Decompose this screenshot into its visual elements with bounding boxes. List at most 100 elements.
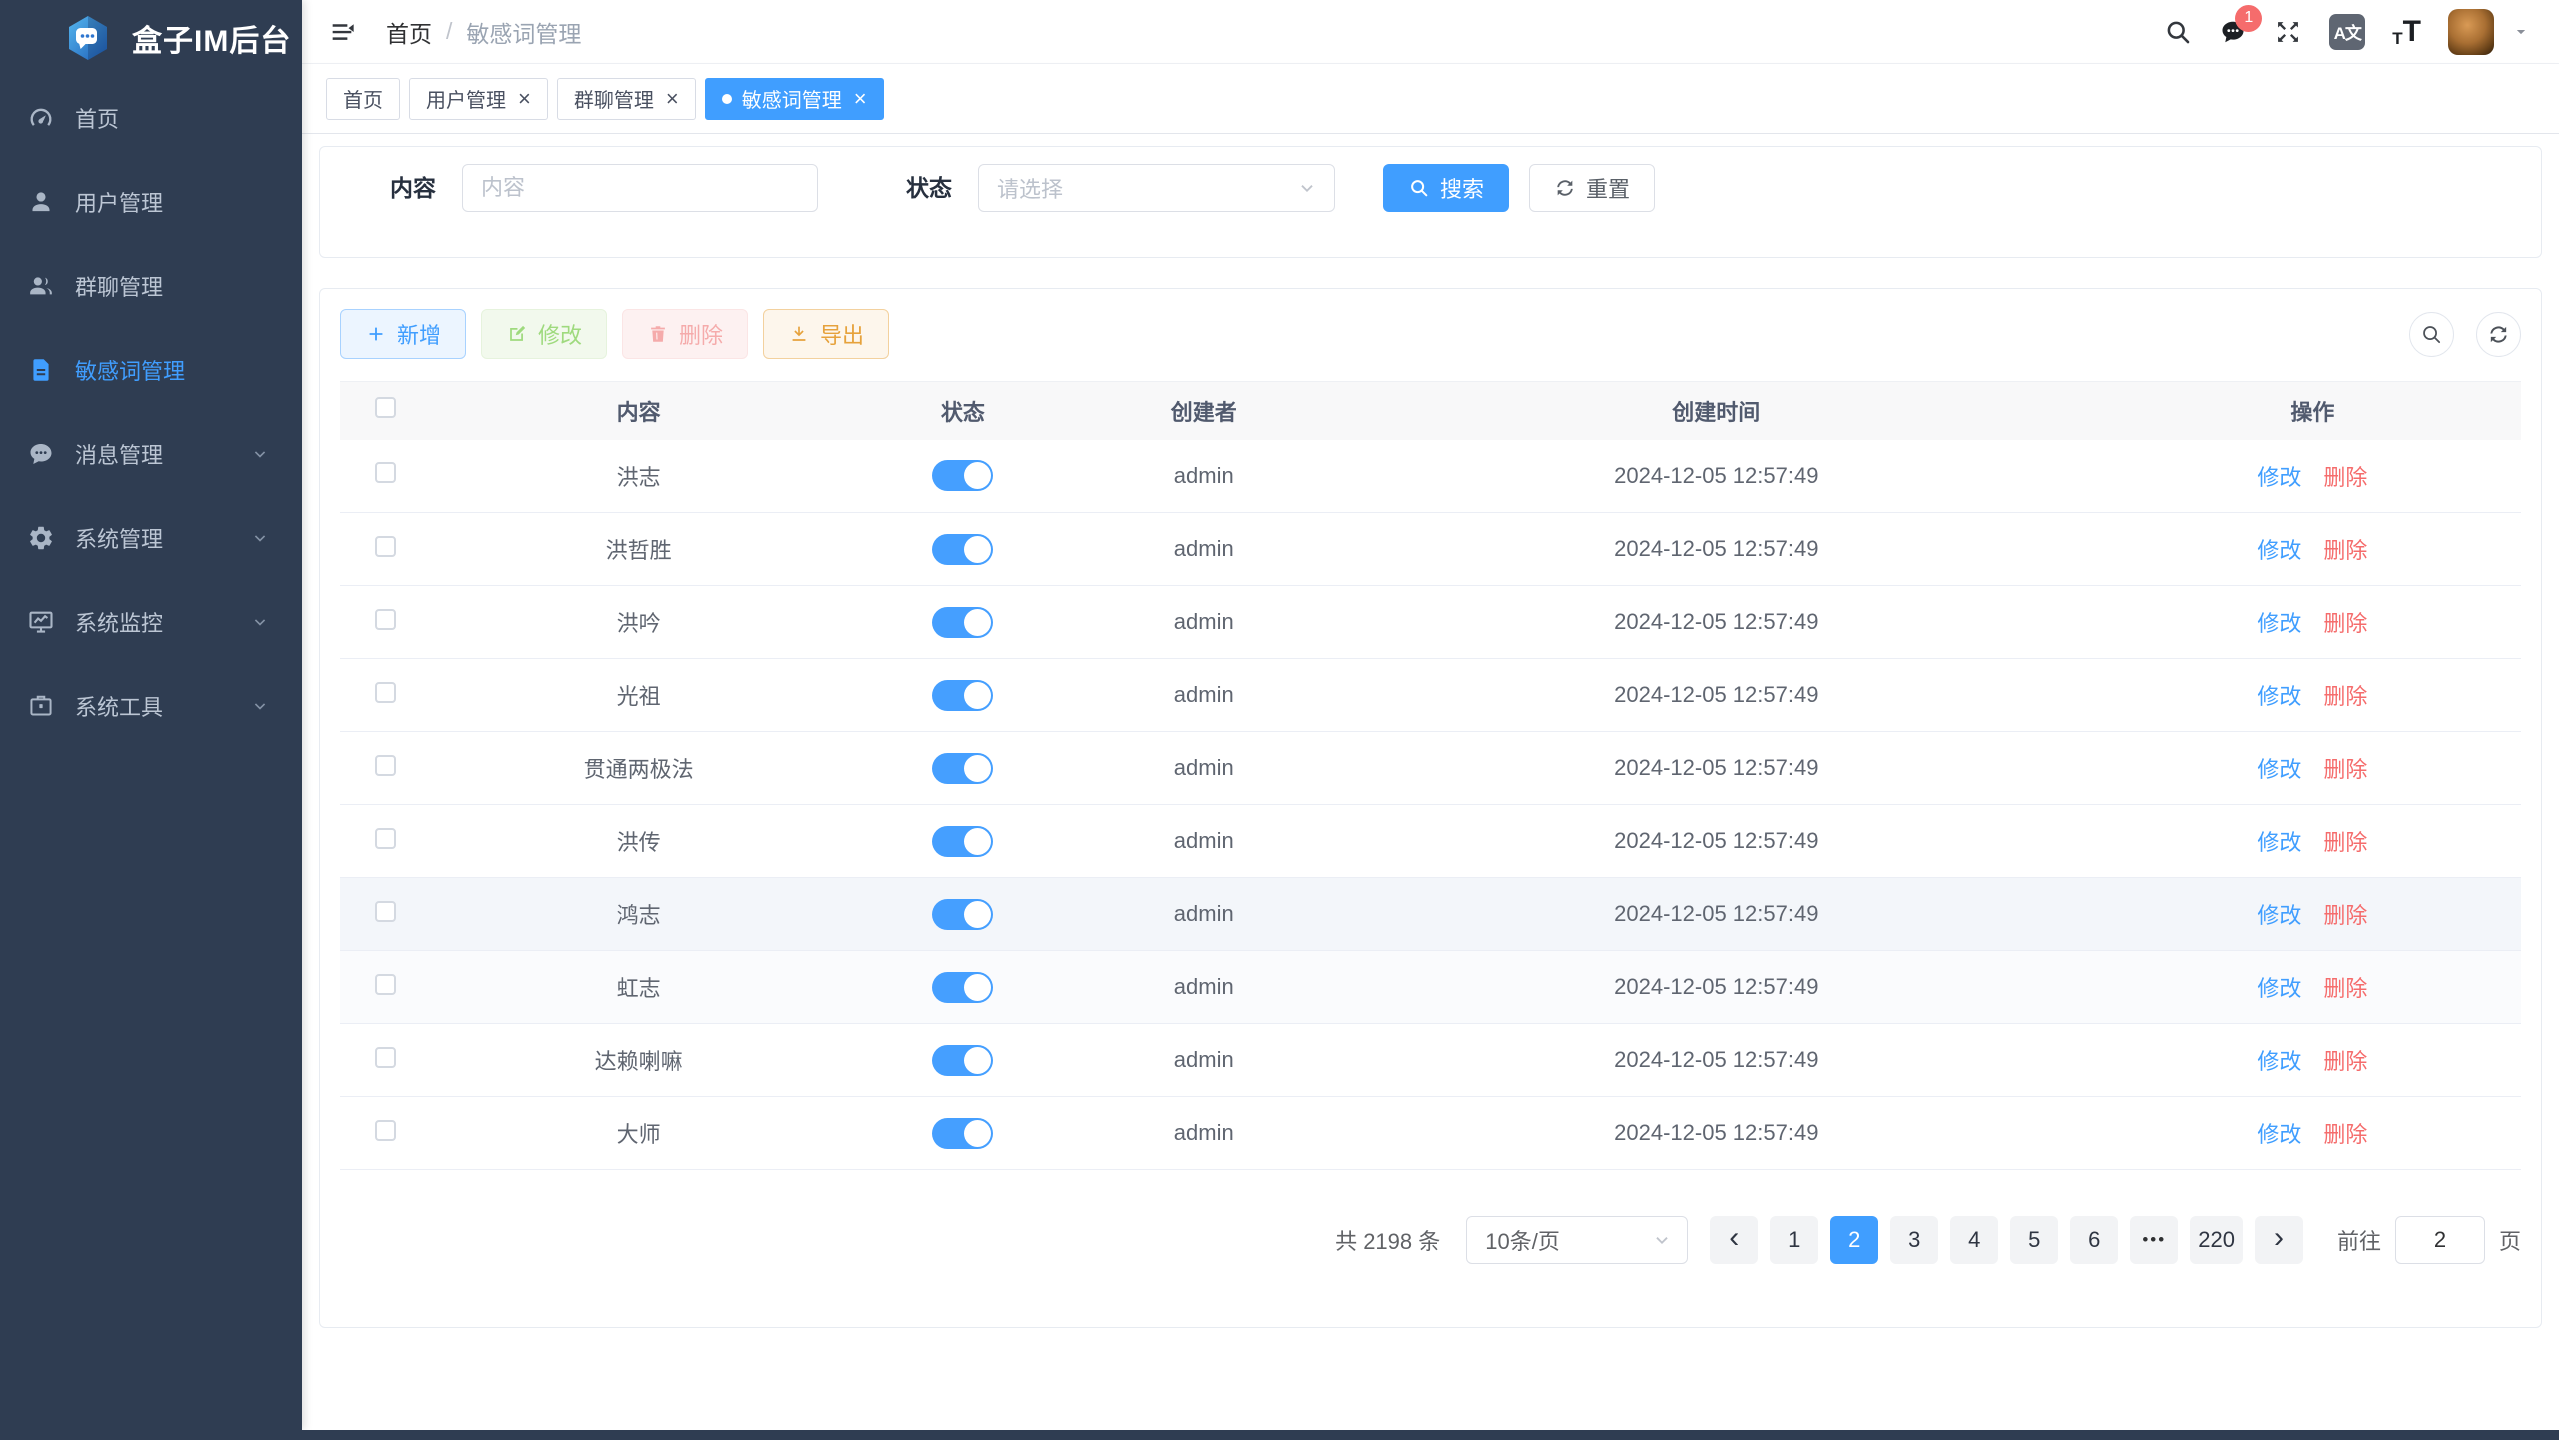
row-edit-link[interactable]: 修改: [2257, 976, 2301, 1001]
more-pages-button[interactable]: •••: [2130, 1216, 2178, 1264]
status-toggle[interactable]: [932, 899, 993, 930]
row-edit-link[interactable]: 修改: [2257, 1049, 2301, 1074]
cell-content: 洪志: [430, 440, 847, 513]
show-search-icon-button[interactable]: [2409, 312, 2454, 357]
row-delete-link[interactable]: 删除: [2323, 611, 2367, 636]
font-size-icon[interactable]: TT: [2392, 17, 2421, 47]
row-edit-link[interactable]: 修改: [2257, 903, 2301, 928]
cell-status: [847, 1024, 1078, 1097]
row-delete-link[interactable]: 删除: [2323, 684, 2367, 709]
row-checkbox[interactable]: [375, 828, 396, 849]
row-checkbox[interactable]: [375, 1047, 396, 1068]
tab-users[interactable]: 用户管理×: [409, 78, 548, 120]
row-edit-link[interactable]: 修改: [2257, 1122, 2301, 1147]
sidebar: 盒子IM后台 首页用户管理群聊管理敏感词管理消息管理系统管理系统监控系统工具: [0, 0, 302, 1430]
caret-down-icon[interactable]: [2511, 22, 2531, 42]
sidebar-item-sensitive-words[interactable]: 敏感词管理: [0, 328, 302, 412]
status-toggle[interactable]: [932, 680, 993, 711]
row-delete-link[interactable]: 删除: [2323, 1122, 2367, 1147]
translate-icon[interactable]: A文: [2329, 14, 2365, 50]
export-button[interactable]: 导出: [763, 309, 889, 359]
sidebar-item-label: 首页: [75, 102, 119, 134]
status-toggle[interactable]: [932, 534, 993, 565]
search-button[interactable]: 搜索: [1383, 164, 1509, 212]
tab-home[interactable]: 首页: [326, 78, 400, 120]
content-filter-input[interactable]: [462, 164, 818, 212]
page-button-3[interactable]: 3: [1890, 1216, 1938, 1264]
status-toggle[interactable]: [932, 1118, 993, 1149]
status-toggle[interactable]: [932, 972, 993, 1003]
row-edit-link[interactable]: 修改: [2257, 684, 2301, 709]
close-icon[interactable]: ×: [854, 88, 867, 110]
close-icon[interactable]: ×: [666, 88, 679, 110]
collapse-sidebar-icon[interactable]: [328, 18, 356, 46]
status-filter-select[interactable]: 请选择: [978, 164, 1335, 212]
breadcrumb-item-home[interactable]: 首页: [386, 15, 432, 49]
page-button-5[interactable]: 5: [2010, 1216, 2058, 1264]
prev-page-button[interactable]: ‹: [1710, 1216, 1758, 1264]
next-page-button[interactable]: ›: [2255, 1216, 2303, 1264]
row-delete-link[interactable]: 删除: [2323, 757, 2367, 782]
row-edit-link[interactable]: 修改: [2257, 538, 2301, 563]
sidebar-item-monitor[interactable]: 系统监控: [0, 580, 302, 664]
sidebar-item-users[interactable]: 用户管理: [0, 160, 302, 244]
cell-created-at: 2024-12-05 12:57:49: [1329, 805, 2104, 878]
page-button-6[interactable]: 6: [2070, 1216, 2118, 1264]
cell-status: [847, 732, 1078, 805]
sidebar-item-label: 系统工具: [75, 690, 163, 722]
row-edit-link[interactable]: 修改: [2257, 830, 2301, 855]
sidebar-item-home[interactable]: 首页: [0, 76, 302, 160]
row-checkbox[interactable]: [375, 755, 396, 776]
page-button-220[interactable]: 220: [2190, 1216, 2243, 1264]
table-column-header: 创建时间: [1329, 382, 2104, 440]
status-toggle[interactable]: [932, 460, 993, 491]
status-toggle[interactable]: [932, 826, 993, 857]
goto-page: 前往页: [2337, 1216, 2521, 1264]
row-checkbox[interactable]: [375, 536, 396, 557]
row-edit-link[interactable]: 修改: [2257, 611, 2301, 636]
row-edit-link[interactable]: 修改: [2257, 465, 2301, 490]
row-delete-link[interactable]: 删除: [2323, 538, 2367, 563]
row-checkbox[interactable]: [375, 462, 396, 483]
tab-groups[interactable]: 群聊管理×: [557, 78, 696, 120]
cell-created-at: 2024-12-05 12:57:49: [1329, 1024, 2104, 1097]
row-delete-link[interactable]: 删除: [2323, 830, 2367, 855]
select-all-checkbox[interactable]: [375, 397, 396, 418]
sidebar-item-tools[interactable]: 系统工具: [0, 664, 302, 748]
tab-sensitive-words[interactable]: 敏感词管理×: [705, 78, 884, 120]
close-icon[interactable]: ×: [518, 88, 531, 110]
row-checkbox[interactable]: [375, 901, 396, 922]
reset-button[interactable]: 重置: [1529, 164, 1655, 212]
edit-button[interactable]: 修改: [481, 309, 607, 359]
row-delete-link[interactable]: 删除: [2323, 976, 2367, 1001]
fullscreen-icon[interactable]: [2274, 18, 2302, 46]
avatar[interactable]: [2448, 9, 2494, 55]
row-checkbox[interactable]: [375, 682, 396, 703]
status-toggle[interactable]: [932, 1045, 993, 1076]
page-size-select[interactable]: 10条/页: [1466, 1216, 1688, 1264]
row-checkbox[interactable]: [375, 974, 396, 995]
row-edit-link[interactable]: 修改: [2257, 757, 2301, 782]
cell-content: 洪吟: [430, 586, 847, 659]
row-checkbox[interactable]: [375, 609, 396, 630]
sidebar-item-groups[interactable]: 群聊管理: [0, 244, 302, 328]
table-row: 洪传admin2024-12-05 12:57:49修改删除: [340, 805, 2521, 878]
sidebar-item-messages[interactable]: 消息管理: [0, 412, 302, 496]
search-icon[interactable]: [2164, 18, 2192, 46]
goto-page-input[interactable]: [2395, 1216, 2485, 1264]
status-toggle[interactable]: [932, 753, 993, 784]
page-button-2[interactable]: 2: [1830, 1216, 1878, 1264]
row-delete-link[interactable]: 删除: [2323, 1049, 2367, 1074]
status-toggle[interactable]: [932, 607, 993, 638]
row-delete-link[interactable]: 删除: [2323, 903, 2367, 928]
row-checkbox[interactable]: [375, 1120, 396, 1141]
add-button[interactable]: 新增: [340, 309, 466, 359]
delete-button[interactable]: 删除: [622, 309, 748, 359]
page-button-1[interactable]: 1: [1770, 1216, 1818, 1264]
page-button-4[interactable]: 4: [1950, 1216, 1998, 1264]
sidebar-item-system[interactable]: 系统管理: [0, 496, 302, 580]
logo: 盒子IM后台: [0, 0, 302, 76]
refresh-table-button[interactable]: [2476, 312, 2521, 357]
row-delete-link[interactable]: 删除: [2323, 465, 2367, 490]
cell-actions: 修改删除: [2104, 513, 2521, 586]
